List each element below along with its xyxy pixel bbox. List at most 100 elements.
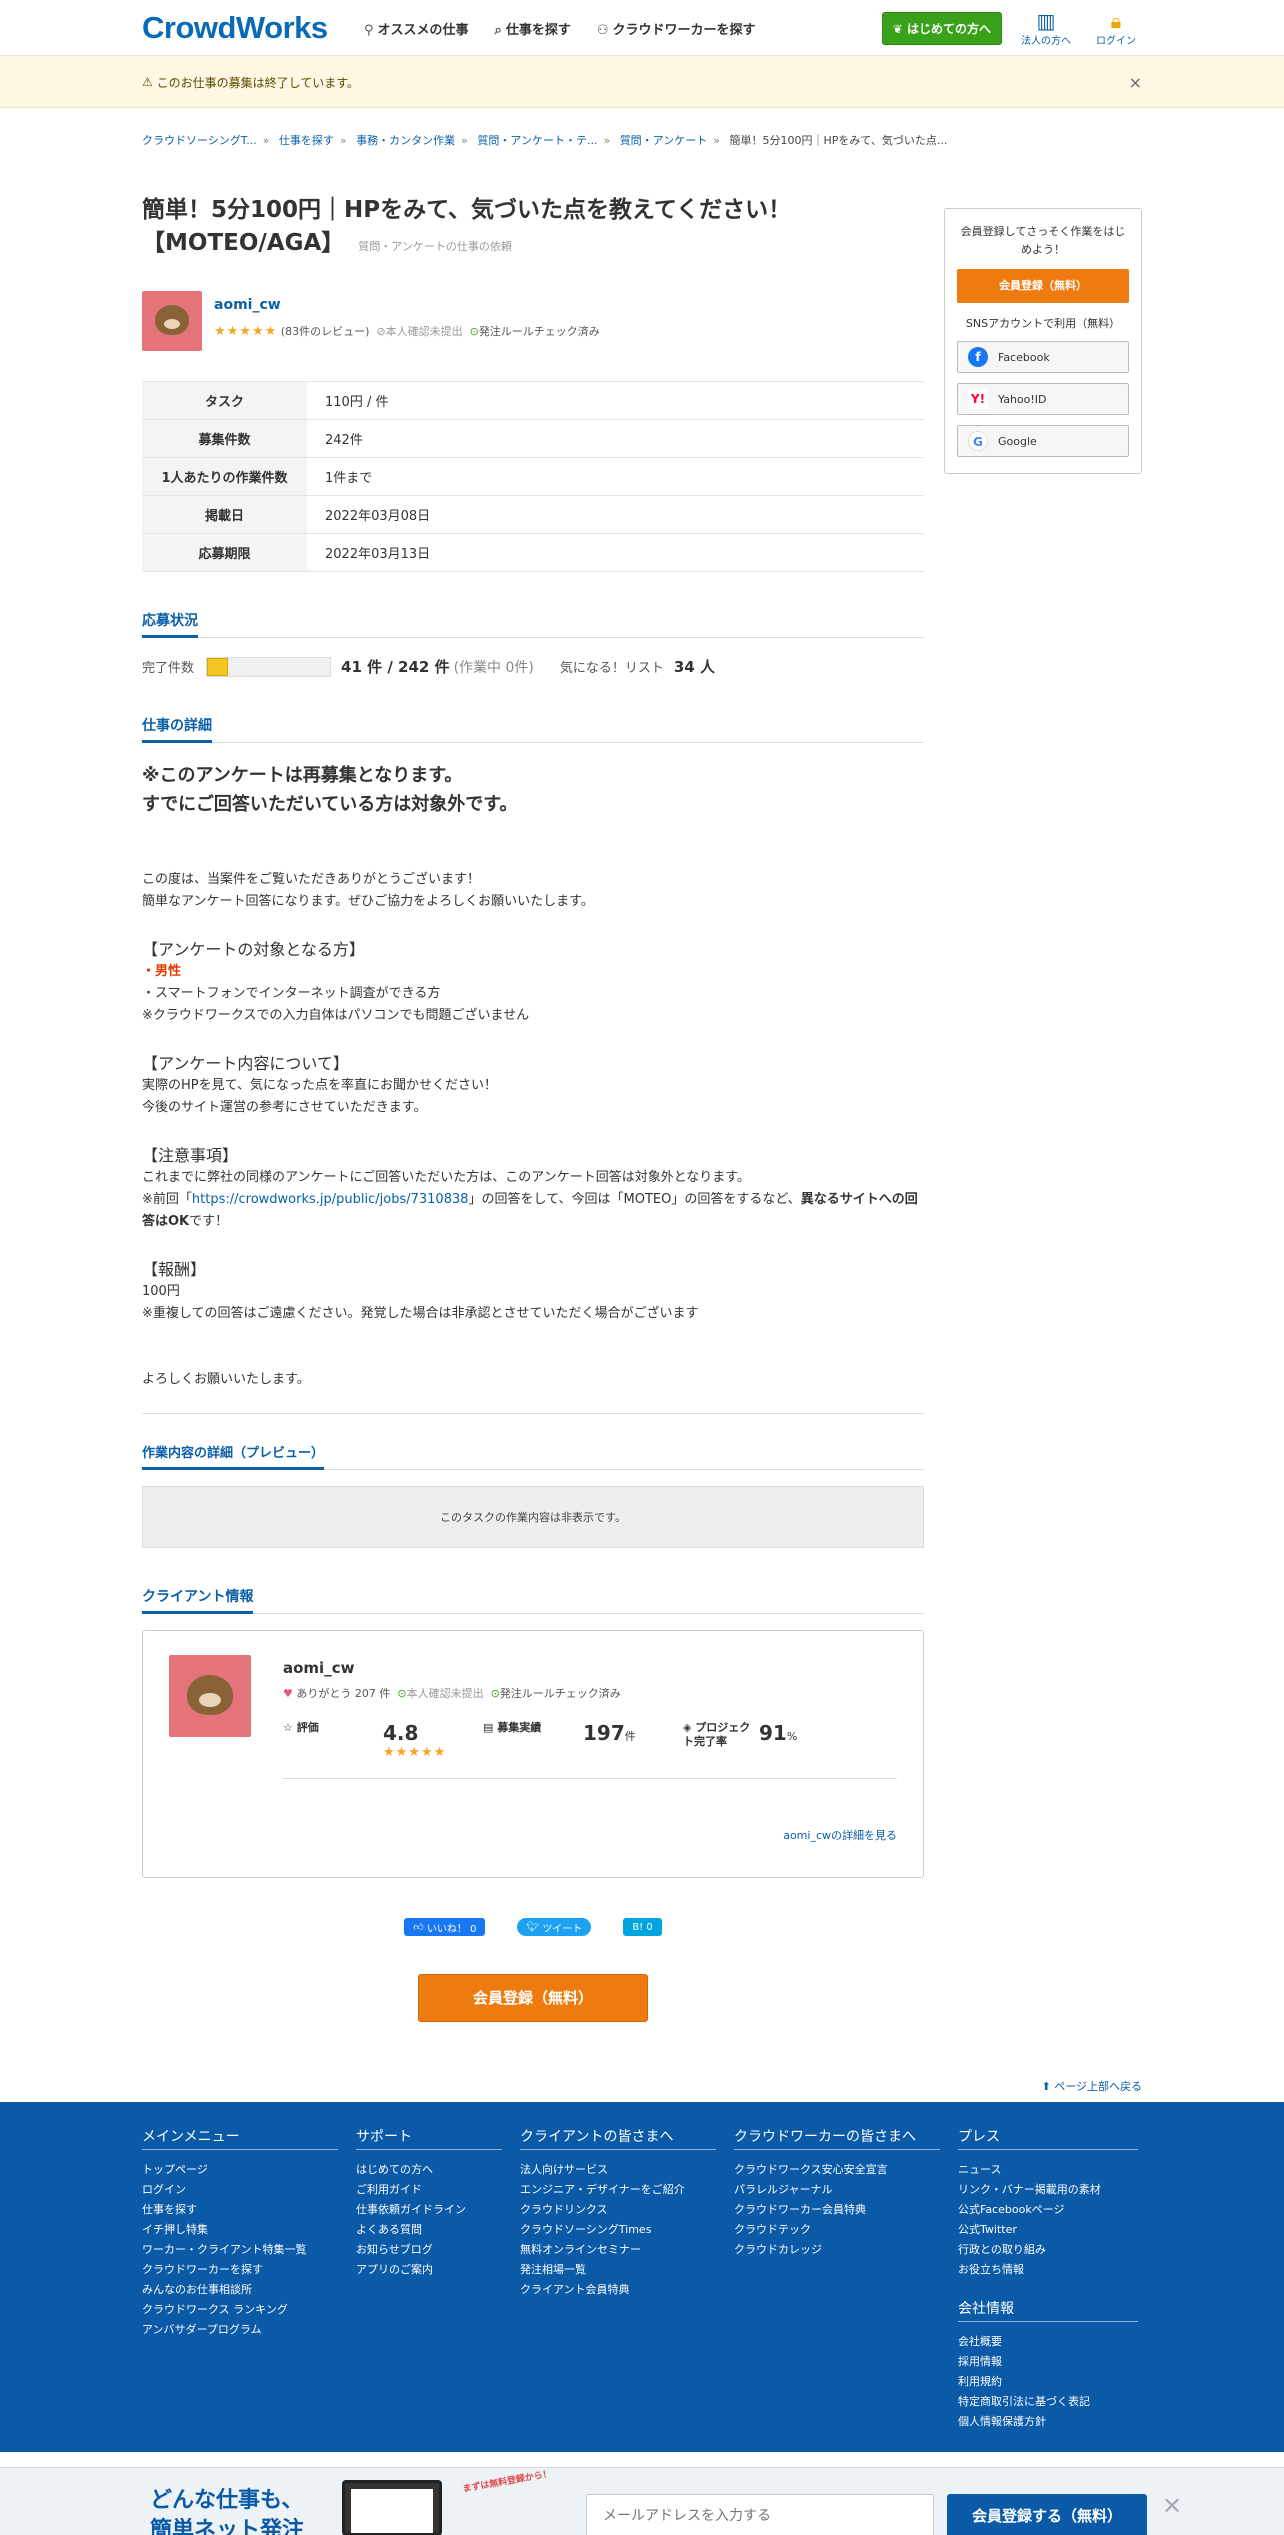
register-cta-button[interactable]: 会員登録（無料） — [418, 1974, 648, 2022]
footer-main-menu: メインメニュー トップページ ログイン 仕事を探す イチ押し特集 ワーカー・クラ… — [142, 2126, 338, 2432]
footer-link[interactable]: 行政との取り組み — [958, 2240, 1138, 2260]
client-name-link[interactable]: aomi_cw — [214, 297, 600, 313]
footer-link[interactable]: クラウドカレッジ — [734, 2240, 940, 2260]
table-row: 掲載日 2022年03月08日 — [142, 495, 924, 534]
check-circle-icon: ⊙ — [490, 1687, 500, 1700]
footer-link[interactable]: エンジニア・デザイナーをご紹介 — [520, 2180, 716, 2200]
footer-link[interactable]: 個人情報保護方針 — [958, 2412, 1138, 2432]
crowdworks-logo[interactable]: CrowdWorks — [142, 10, 364, 46]
footer-link[interactable]: イチ押し特集 — [142, 2220, 338, 2240]
application-status: 完了件数 41 件 / 242 件 (作業中 0件) 気になる！リスト 34 人 — [142, 656, 715, 677]
stat-rating: ☆ 評価 4.8 ★★★★★ — [283, 1721, 447, 1760]
closed-notice: ⚠ このお仕事の募集は終了しています。 × — [0, 56, 1284, 108]
footer-link[interactable]: お知らせブログ — [356, 2240, 502, 2260]
stat-completion: ◈ プロジェクト完了率 91% — [683, 1721, 798, 1748]
footer-link[interactable]: ニュース — [958, 2160, 1138, 2180]
footer-link[interactable]: クライアント会員特典 — [520, 2280, 716, 2300]
stat-orders: ▤ 募集実績 197件 — [483, 1721, 636, 1745]
arrow-up-icon: ⬆ — [1041, 2080, 1055, 2093]
footer-link[interactable]: トップページ — [142, 2160, 338, 2180]
social-buttons: 👍︎ いいね！ 0 🐦︎ ツイート B! 0 — [142, 1918, 924, 1936]
footer-link[interactable]: パラレルジャーナル — [734, 2180, 940, 2200]
done-count: 41 件 / 242 件 — [341, 658, 450, 676]
breadcrumb-item[interactable]: 仕事を探す — [279, 134, 334, 147]
facebook-like-button[interactable]: 👍︎ いいね！ 0 — [404, 1918, 486, 1936]
nav-recommended[interactable]: ⚲ オススメの仕事 — [364, 19, 469, 38]
footer-link[interactable]: クラウドワークス ランキング — [142, 2300, 338, 2320]
nav-find-jobs[interactable]: ⌕ 仕事を探す — [495, 19, 571, 38]
footer-link[interactable]: クラウドリンクス — [520, 2200, 716, 2220]
footer-worker: クラウドワーカーの皆さまへ クラウドワークス安心安全宣言 パラレルジャーナル ク… — [734, 2126, 940, 2432]
review-count[interactable]: (83件のレビュー) — [281, 325, 370, 338]
footer-link[interactable]: リンク・バナー掲載用の素材 — [958, 2180, 1138, 2200]
corporate-link[interactable]: ▥ 法人の方へ — [1020, 10, 1072, 47]
client-avatar[interactable] — [169, 1655, 251, 1737]
previous-job-link[interactable]: https://crowdworks.jp/public/jobs/731083… — [192, 1192, 469, 1207]
handshake-icon: ◈ — [683, 1721, 696, 1734]
footer-link[interactable]: 公式Facebookページ — [958, 2200, 1138, 2220]
footer-link[interactable]: 会社概要 — [958, 2332, 1138, 2352]
table-row: タスク 110円 / 件 — [142, 381, 924, 420]
footer-link[interactable]: 法人向けサービス — [520, 2160, 716, 2180]
footer-link[interactable]: アプリのご案内 — [356, 2260, 502, 2280]
site-footer: メインメニュー トップページ ログイン 仕事を探す イチ押し特集 ワーカー・クラ… — [0, 2102, 1284, 2452]
footer-link[interactable]: 仕事依頼ガイドライン — [356, 2200, 502, 2220]
google-login-button[interactable]: G Google — [957, 425, 1129, 457]
close-icon[interactable]: ✕ — [1162, 2492, 1182, 2520]
footer-link[interactable]: 特定商取引法に基づく表記 — [958, 2392, 1138, 2412]
client-detail-link[interactable]: aomi_cwの詳細を見る — [783, 1829, 897, 1842]
footer-link[interactable]: クラウドワーカー会員特典 — [734, 2200, 940, 2220]
client-name[interactable]: aomi_cw — [283, 1659, 897, 1677]
footer-link[interactable]: 無料オンラインセミナー — [520, 2240, 716, 2260]
footer-link[interactable]: アンバサダープログラム — [142, 2320, 338, 2340]
login-link[interactable]: 🔒︎ ログイン — [1090, 10, 1142, 47]
back-to-top-link[interactable]: ⬆ ページ上部へ戻る — [142, 2078, 1143, 2094]
site-header: CrowdWorks ⚲ オススメの仕事 ⌕ 仕事を探す ⚇ クラウドワーカーを探す … — [0, 0, 1284, 56]
progress-bar — [206, 656, 332, 677]
footer-link[interactable]: ログイン — [142, 2180, 338, 2200]
footer-link[interactable]: ワーカー・クライアント特集一覧 — [142, 2240, 338, 2260]
table-row: 1人あたりの作業件数 1件まで — [142, 457, 924, 496]
search-icon: ⌕ — [494, 22, 502, 38]
breadcrumb-item[interactable]: 質問・アンケート — [620, 134, 708, 147]
breadcrumb-item[interactable]: クラウドソーシングT... — [142, 134, 257, 147]
breadcrumb-item[interactable]: 質問・アンケート・テ... — [477, 134, 597, 147]
footer-press: プレス ニュース リンク・バナー掲載用の素材 公式Facebookページ 公式T… — [958, 2126, 1138, 2432]
pin-icon: ⚲ — [364, 22, 374, 38]
rating-stars: ★★★★★ — [214, 324, 278, 339]
footer-link[interactable]: よくある質問 — [356, 2220, 502, 2240]
footer-link[interactable]: みんなのお仕事相談所 — [142, 2280, 338, 2300]
client-avatar[interactable] — [142, 291, 202, 351]
footer-link[interactable]: 仕事を探す — [142, 2200, 338, 2220]
footer-link[interactable]: 公式Twitter — [958, 2220, 1138, 2240]
client-info-card: aomi_cw ♥ ありがとう 207 件 ⊙本人確認未提出 ⊙発注ルールチェッ… — [142, 1630, 924, 1878]
sidebar-register-button[interactable]: 会員登録（無料） — [957, 269, 1129, 303]
job-client: aomi_cw ★★★★★ (83件のレビュー) ⊘本人確認未提出 ⊙発注ルール… — [142, 291, 924, 351]
breadcrumb-item[interactable]: 事務・カンタン作業 — [356, 134, 455, 147]
job-main-column: 簡単！5分100円｜HPをみて、気づいた点を教えてください！【MOTEO/AGA… — [142, 168, 924, 2022]
footer-link[interactable]: クラウドソーシングTimes — [520, 2220, 716, 2240]
yahoo-login-button[interactable]: Y! Yahoo!ID — [957, 383, 1129, 415]
close-icon[interactable]: × — [1129, 73, 1142, 92]
bottom-register-button[interactable]: 会員登録する（無料） — [947, 2494, 1147, 2535]
footer-link[interactable]: クラウドテック — [734, 2220, 940, 2240]
nav-find-workers[interactable]: ⚇ クラウドワーカーを探す — [597, 19, 756, 38]
thumbs-up-icon: 👍︎ — [413, 1922, 427, 1933]
footer-link[interactable]: クラウドワーカーを探す — [142, 2260, 338, 2280]
twitter-icon: 🐦︎ — [526, 1921, 543, 1933]
footer-link[interactable]: 採用情報 — [958, 2352, 1138, 2372]
client-info-heading: クライアント情報 — [142, 1586, 924, 1614]
footer-link[interactable]: ご利用ガイド — [356, 2180, 502, 2200]
facebook-icon: f — [968, 347, 988, 367]
facebook-login-button[interactable]: f Facebook — [957, 341, 1129, 373]
footer-link[interactable]: お役立ち情報 — [958, 2260, 1138, 2280]
tweet-button[interactable]: 🐦︎ ツイート — [517, 1918, 592, 1936]
footer-link[interactable]: クラウドワークス安心安全宣言 — [734, 2160, 940, 2180]
warning-icon: ⚠ — [142, 75, 157, 89]
footer-link[interactable]: 利用規約 — [958, 2372, 1138, 2392]
email-input[interactable] — [586, 2494, 934, 2535]
footer-link[interactable]: 発注相場一覧 — [520, 2260, 716, 2280]
footer-link[interactable]: はじめての方へ — [356, 2160, 502, 2180]
hatena-bookmark-button[interactable]: B! 0 — [623, 1918, 662, 1936]
first-time-button[interactable]: ❦ はじめての方へ — [881, 11, 1002, 45]
